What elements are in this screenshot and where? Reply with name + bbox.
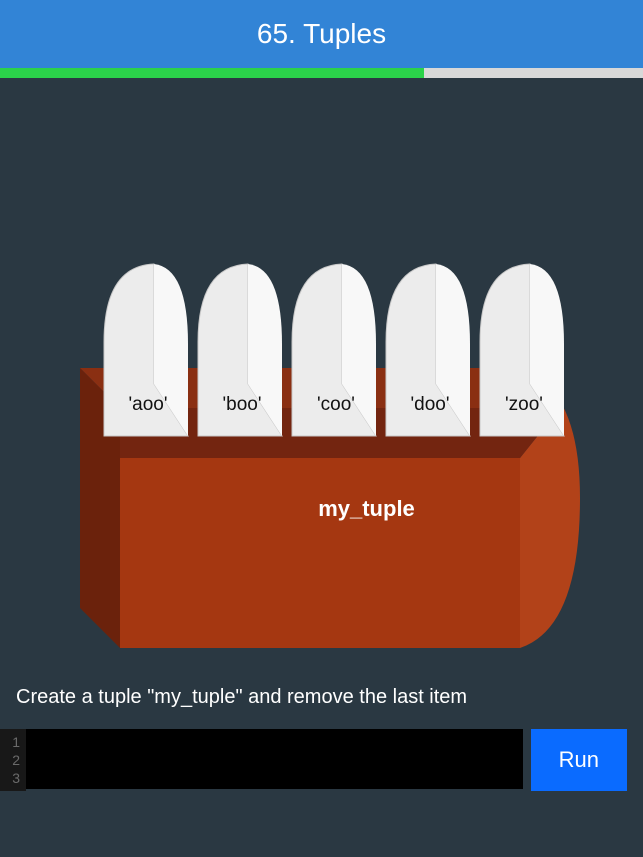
tuple-name-label: my_tuple xyxy=(0,496,643,522)
tuple-card-2: 'coo' xyxy=(290,260,378,438)
line-number: 1 xyxy=(8,733,20,751)
tuple-card-label: 'doo' xyxy=(384,394,472,416)
tuple-card-1: 'boo' xyxy=(196,260,284,438)
tuple-card-label: 'zoo' xyxy=(478,394,566,416)
tuple-card-label: 'coo' xyxy=(290,394,378,416)
line-number-gutter: 1 2 3 xyxy=(0,729,26,791)
tuple-card-3: 'doo' xyxy=(384,260,472,438)
tuple-card-label: 'aoo' xyxy=(102,394,190,416)
code-editor-row: 1 2 3 Run xyxy=(0,729,643,791)
tuple-card-label: 'boo' xyxy=(196,394,284,416)
run-button[interactable]: Run xyxy=(531,729,627,791)
tuple-card-4: 'zoo' xyxy=(478,260,566,438)
illustration-canvas: 'aoo' 'boo' 'coo' 'doo' 'zoo' my_tuple xyxy=(0,78,643,678)
page-header: 65. Tuples xyxy=(0,0,643,68)
line-number: 3 xyxy=(8,769,20,787)
progress-bar xyxy=(0,68,643,78)
code-input[interactable] xyxy=(26,729,523,789)
progress-fill xyxy=(0,68,424,78)
instruction-text: Create a tuple "my_tuple" and remove the… xyxy=(0,678,643,723)
tuple-card-0: 'aoo' xyxy=(102,260,190,438)
page-title: 65. Tuples xyxy=(257,18,386,49)
line-number: 2 xyxy=(8,751,20,769)
